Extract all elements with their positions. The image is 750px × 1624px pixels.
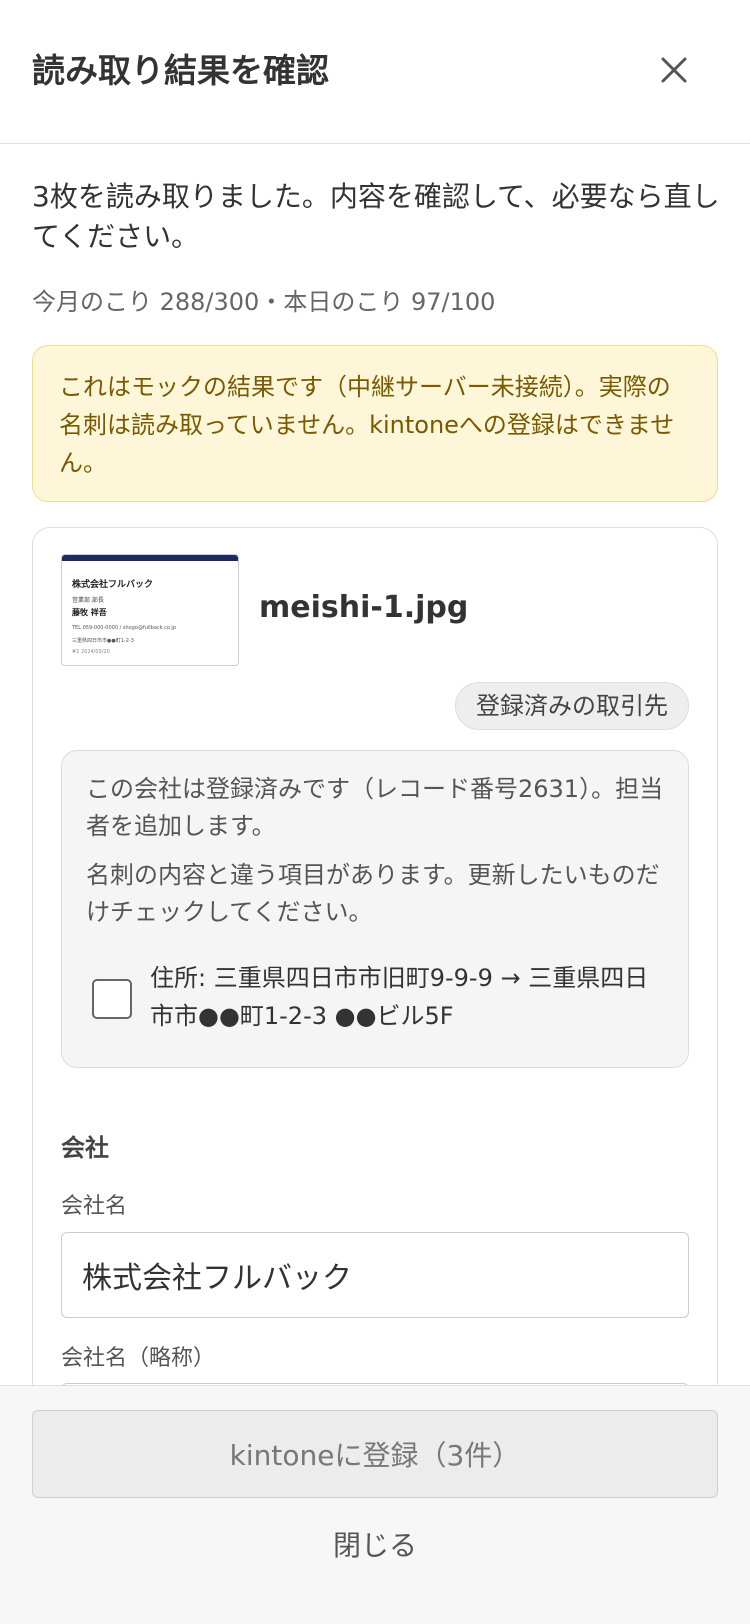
close-button[interactable] xyxy=(648,44,700,96)
diff-address-label: 住所: 三重県四日市市旧町9-9-9 → 三重県四日市市●●町1-2-3 ●●ビ… xyxy=(150,964,649,1030)
card-thumbnail[interactable]: 株式会社フルバック 営業部 部長 藤牧 祥吾 TEL 059-000-0000 … xyxy=(61,554,239,666)
company-name-label: 会社名 xyxy=(61,1194,128,1219)
business-card-result: 株式会社フルバック 営業部 部長 藤牧 祥吾 TEL 059-000-0000 … xyxy=(32,527,718,1385)
thumbnail-name: 藤牧 祥吾 xyxy=(72,608,107,617)
thumbnail-address: 三重県四日市市●●町1-2-3 xyxy=(72,638,134,644)
diff-instruction: 名刺の内容と違う項目があります。更新したいものだけチェックしてください。 xyxy=(86,861,660,926)
thumbnail-contact: TEL 059-000-0000 / shogo@fullback.co.jp xyxy=(72,625,176,631)
file-name: meishi-1.jpg xyxy=(259,590,469,625)
close-text-button[interactable]: 閉じる xyxy=(275,1514,475,1574)
company-name-input[interactable] xyxy=(61,1232,689,1318)
dialog-footer: kintoneに登録（3件） 閉じる xyxy=(0,1385,750,1624)
dialog-body[interactable]: 3枚を読み取りました。内容を確認して、必要なら直してください。 今月のこり 28… xyxy=(0,145,750,1385)
thumbnail-header-bar xyxy=(62,555,238,561)
section-title-company: 会社 xyxy=(61,1134,109,1162)
dialog-title: 読み取り結果を確認 xyxy=(32,51,329,90)
update-address-checkbox[interactable] xyxy=(92,979,132,1019)
close-icon xyxy=(661,57,687,83)
register-kintone-button[interactable]: kintoneに登録（3件） xyxy=(32,1410,718,1498)
registered-badge: 登録済みの取引先 xyxy=(455,682,689,730)
duplicate-message: この会社は登録済みです（レコード番号2631）。担当者を追加します。 xyxy=(86,775,664,840)
thumbnail-dept: 営業部 部長 xyxy=(72,597,104,604)
company-short-name-label: 会社名（略称） xyxy=(61,1346,216,1371)
dialog-header: 読み取り結果を確認 xyxy=(0,0,750,144)
thumbnail-extra: #1 2024/03/20 xyxy=(72,649,110,655)
thumbnail-company: 株式会社フルバック xyxy=(72,580,154,590)
quota-text: 今月のこり 288/300・本日のこり 97/100 xyxy=(32,288,496,316)
mock-notice: これはモックの結果です（中継サーバー未接続）。実際の名刺は読み取っていません。k… xyxy=(32,345,718,502)
intro-text: 3枚を読み取りました。内容を確認して、必要なら直してください。 xyxy=(32,180,720,253)
duplicate-info-box: この会社は登録済みです（レコード番号2631）。担当者を追加します。 名刺の内容… xyxy=(61,750,689,1068)
result-dialog: 読み取り結果を確認 3枚を読み取りました。内容を確認して、必要なら直してください… xyxy=(0,0,750,1624)
